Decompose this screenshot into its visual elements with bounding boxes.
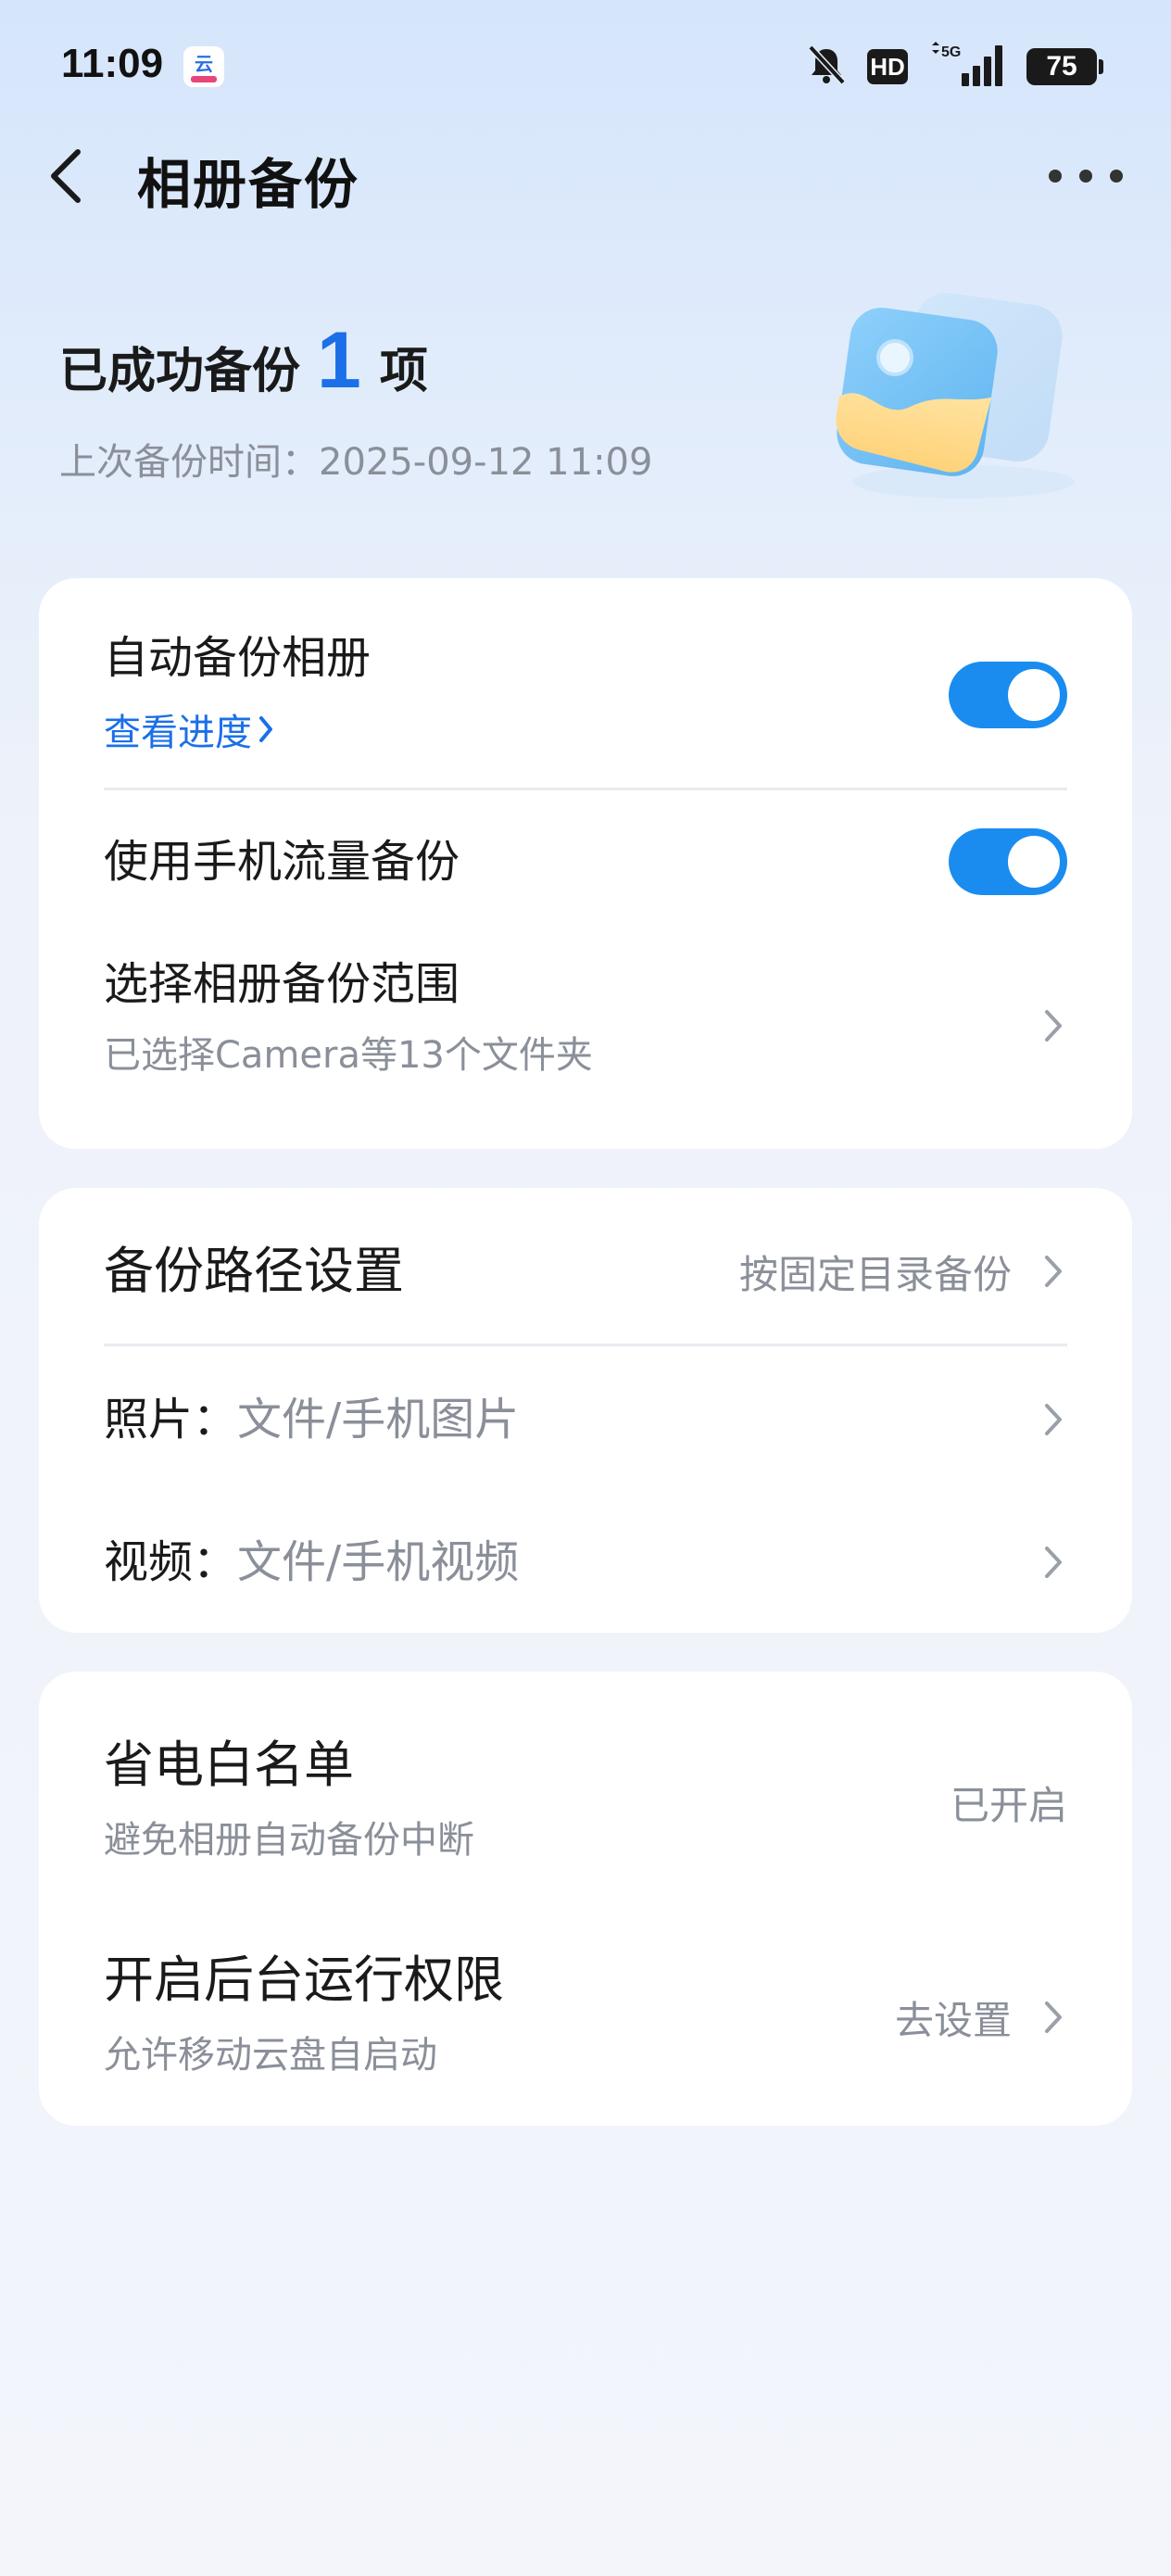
backup-scope-title: 选择相册备份范围: [104, 958, 460, 1010]
video-path-row[interactable]: 视频：文件/手机视频: [104, 1507, 1067, 1618]
view-progress-link[interactable]: 查看进度: [104, 702, 1067, 756]
power-whitelist-row: 省电白名单 避免相册自动备份中断 已开启: [104, 1724, 1067, 1881]
auto-backup-title: 自动备份相册: [104, 632, 371, 684]
backup-settings-card: 自动备份相册 查看进度 使用手机流量备份 选择相册备份范围 已选择Camera等…: [39, 578, 1132, 1149]
backup-summary: 已成功备份 1 项: [59, 315, 428, 407]
hd-icon: HD: [867, 49, 908, 84]
mute-bell-icon: [806, 44, 847, 90]
photo-path-row[interactable]: 照片：文件/手机图片: [104, 1364, 1067, 1475]
backup-path-row[interactable]: 备份路径设置 按固定目录备份: [104, 1206, 1067, 1336]
mobile-data-toggle[interactable]: [949, 828, 1067, 895]
more-dots-icon: [1049, 170, 1062, 183]
video-path-value: 文件/手机视频: [237, 1536, 520, 1588]
back-button[interactable]: [41, 139, 96, 213]
auto-backup-row: 自动备份相册 查看进度: [104, 621, 1067, 769]
chevron-right-icon: [1045, 1404, 1062, 1435]
chevron-right-icon: [1045, 1256, 1062, 1287]
photo-path: 照片：文件/手机图片: [104, 1364, 1067, 1475]
chevron-left-icon: [51, 149, 81, 203]
last-backup-value: 2025-09-12 11:09: [319, 441, 653, 484]
chevron-right-icon: [1045, 2001, 1062, 2033]
signal-5g-icon: 5G: [928, 42, 1006, 92]
summary-suffix: 项: [379, 344, 428, 399]
summary-prefix: 已成功备份: [59, 344, 301, 399]
svg-text:云: 云: [195, 53, 213, 75]
page-title: 相册备份: [137, 153, 360, 216]
backup-count: 1: [317, 316, 361, 405]
backup-scope-subtitle: 已选择Camera等13个文件夹: [104, 1034, 593, 1077]
permissions-card: 省电白名单 避免相册自动备份中断 已开启 开启后台运行权限 允许移动云盘自启动 …: [39, 1672, 1132, 2126]
last-backup-label: 上次备份时间：: [59, 441, 319, 484]
status-time: 11:09: [61, 41, 164, 86]
more-button[interactable]: [1049, 156, 1123, 196]
cloud-drive-app-icon: 云: [182, 44, 226, 89]
divider: [104, 788, 1067, 790]
photo-path-value: 文件/手机图片: [237, 1394, 520, 1446]
auto-backup-toggle[interactable]: [949, 662, 1067, 728]
power-whitelist-status: 已开启: [950, 1782, 1067, 1828]
svg-text:5G: 5G: [941, 44, 961, 60]
backup-path-value: 按固定目录备份: [738, 1251, 1012, 1297]
battery-icon: 75: [1026, 48, 1103, 85]
chevron-right-icon: [1045, 1547, 1062, 1578]
photo-album-illustration: [806, 287, 1084, 519]
chevron-right-icon: [259, 716, 272, 742]
status-icons: HD 5G 75: [806, 41, 1103, 93]
divider: [104, 1344, 1067, 1346]
video-path: 视频：文件/手机视频: [104, 1507, 1067, 1618]
last-backup-time: 上次备份时间：2025-09-12 11:09: [59, 432, 652, 486]
mobile-data-row[interactable]: 使用手机流量备份: [104, 815, 1067, 908]
background-permission-row[interactable]: 开启后台运行权限 允许移动云盘自启动 去设置: [104, 1938, 1067, 2096]
backup-path-card: 备份路径设置 按固定目录备份 照片：文件/手机图片 视频：文件/手机视频: [39, 1188, 1132, 1633]
photo-path-label: 照片：: [104, 1394, 238, 1446]
power-whitelist-subtitle: 避免相册自动备份中断: [104, 1819, 474, 1862]
mobile-data-title: 使用手机流量备份: [104, 836, 460, 888]
chevron-right-icon: [1045, 1010, 1062, 1042]
backup-scope-row[interactable]: 选择相册备份范围 已选择Camera等13个文件夹: [104, 947, 1067, 1105]
go-settings-label: 去设置: [894, 1997, 1012, 2043]
power-whitelist-title: 省电白名单: [104, 1736, 354, 1794]
view-progress-label: 查看进度: [104, 712, 252, 754]
video-path-label: 视频：: [104, 1536, 238, 1588]
